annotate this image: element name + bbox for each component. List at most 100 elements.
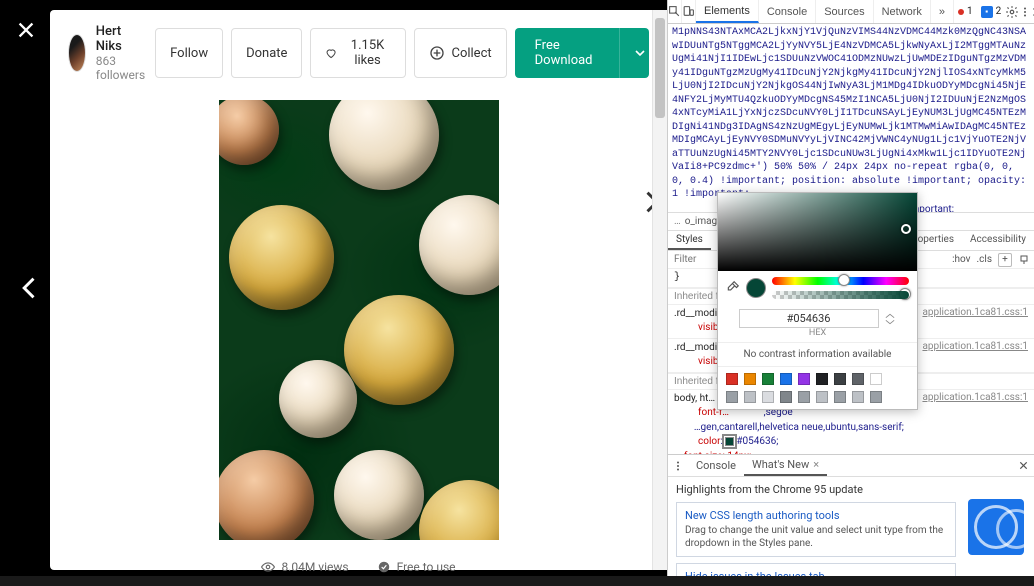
header-actions: Follow Donate 1.15K likes Collect Free D…: [155, 28, 649, 78]
pin-icon[interactable]: [1018, 254, 1030, 266]
palette-swatch[interactable]: [726, 391, 738, 403]
palette-swatches: [718, 366, 917, 409]
device-toggle[interactable]: [682, 0, 696, 23]
palette-swatch[interactable]: [816, 373, 828, 385]
alpha-thumb[interactable]: [899, 288, 911, 300]
settings-button[interactable]: [1005, 5, 1019, 19]
gradient-handle[interactable]: [901, 224, 911, 234]
tab-elements[interactable]: Elements: [696, 0, 759, 23]
palette-swatch[interactable]: [852, 373, 864, 385]
prev-photo-button[interactable]: [16, 274, 44, 302]
likes-label: 1.15K likes: [344, 38, 392, 68]
palette-swatch[interactable]: [798, 373, 810, 385]
author-name[interactable]: Hert Niks: [96, 24, 145, 54]
eye-icon: [261, 560, 275, 574]
photo-image[interactable]: [219, 100, 499, 540]
scroll-thumb[interactable]: [655, 18, 665, 118]
color-swatch[interactable]: [725, 437, 734, 446]
palette-swatch[interactable]: [870, 391, 882, 403]
palette-swatch[interactable]: [780, 373, 792, 385]
views-stat: 8.04M views: [261, 560, 348, 574]
eyedropper-button[interactable]: [726, 280, 740, 297]
hue-slider[interactable]: [772, 277, 909, 285]
whats-new-promo: [966, 483, 1026, 570]
author-block: Hert Niks 863 followers: [96, 24, 145, 82]
palette-swatch[interactable]: [744, 373, 756, 385]
palette-swatch[interactable]: [834, 373, 846, 385]
close-drawer[interactable]: [1012, 460, 1034, 471]
follow-label: Follow: [170, 46, 208, 61]
palette-swatch[interactable]: [780, 391, 792, 403]
photo-header: Hert Niks 863 followers Follow Donate 1.…: [50, 10, 667, 92]
alpha-slider[interactable]: [772, 291, 909, 299]
heart-icon: [325, 45, 337, 61]
inspect-tool[interactable]: [668, 0, 682, 23]
collect-button[interactable]: Collect: [414, 28, 506, 78]
palette-swatch[interactable]: [762, 373, 774, 385]
hue-thumb[interactable]: [838, 274, 850, 286]
views-text: 8.04M views: [281, 560, 348, 574]
modal-scrollbar[interactable]: [652, 10, 667, 570]
follow-button[interactable]: Follow: [155, 28, 223, 78]
close-icon: [15, 19, 37, 41]
drawer-tab-whatsnew[interactable]: What's New×: [744, 455, 827, 476]
plus-circle-icon: [429, 45, 445, 61]
error-dot-icon: [958, 9, 964, 15]
donate-button[interactable]: Donate: [231, 28, 302, 78]
contrast-info: No contrast information available: [718, 342, 917, 366]
drawer-tabs: Console What's New×: [668, 455, 1034, 477]
css-source-link[interactable]: application.1ca81.css:1: [922, 392, 1028, 403]
format-toggle[interactable]: [885, 313, 897, 325]
palette-swatch[interactable]: [834, 391, 846, 403]
messages-badge[interactable]: ▪2: [977, 6, 1006, 18]
hex-label: HEX: [718, 328, 917, 342]
palette-swatch[interactable]: [762, 391, 774, 403]
avatar[interactable]: [68, 34, 86, 72]
drawer-tab-console[interactable]: Console: [688, 455, 744, 476]
author-followers: 863 followers: [96, 54, 145, 82]
cls-toggle[interactable]: .cls: [977, 254, 992, 265]
dom-tree[interactable]: M1pNNS43NTAxMCA2LjkxNjY1VjQuNzVIMS44NzVD…: [668, 24, 1034, 212]
chevron-down-icon: [885, 319, 895, 325]
color-picker[interactable]: #054636 HEX No contrast information avai…: [717, 192, 918, 410]
collect-label: Collect: [451, 46, 491, 61]
license-stat: Free to use: [377, 560, 456, 574]
errors-badge[interactable]: 1: [954, 6, 977, 17]
tab-sources[interactable]: Sources: [816, 0, 873, 23]
whats-new-link[interactable]: New CSS length authoring tools: [685, 509, 947, 522]
color-gradient[interactable]: [718, 193, 917, 271]
download-button[interactable]: Free Download: [515, 28, 649, 78]
close-tab-icon[interactable]: ×: [813, 458, 819, 471]
subtab-styles[interactable]: Styles: [668, 231, 711, 250]
download-caret[interactable]: [619, 28, 649, 78]
palette-swatch[interactable]: [870, 373, 882, 385]
license-text: Free to use: [397, 560, 456, 574]
crumb-ellipsis[interactable]: …: [674, 216, 681, 227]
palette-swatch[interactable]: [852, 391, 864, 403]
subtab-accessibility[interactable]: Accessibility: [962, 231, 1034, 250]
palette-swatch[interactable]: [798, 391, 810, 403]
hov-toggle[interactable]: :hov: [952, 254, 970, 265]
current-color-dot: [746, 278, 766, 298]
whats-new-link[interactable]: Hide issues in the Issues tab: [685, 570, 947, 576]
likes-button[interactable]: 1.15K likes: [310, 28, 406, 78]
close-button[interactable]: [12, 16, 40, 44]
palette-swatch[interactable]: [816, 391, 828, 403]
chevron-down-icon: [632, 45, 648, 61]
more-menu[interactable]: [1019, 6, 1031, 18]
hex-input[interactable]: #054636: [739, 309, 879, 328]
css-source-link[interactable]: application.1ca81.css:1: [922, 341, 1028, 352]
palette-swatch[interactable]: [726, 373, 738, 385]
photo-page: Hert Niks 863 followers Follow Donate 1.…: [0, 0, 667, 576]
drawer-more[interactable]: [668, 460, 688, 472]
devtools-panel: Elements Console Sources Network » 1 ▪2 …: [667, 0, 1034, 576]
dom-blob-text: M1pNNS43NTAxMCA2LjkxNjY1VjQuNzVIMS44NzVD…: [672, 27, 1026, 200]
tab-console[interactable]: Console: [759, 0, 816, 23]
palette-swatch[interactable]: [744, 391, 756, 403]
photo-area: [50, 92, 667, 548]
tab-network[interactable]: Network: [874, 0, 931, 23]
css-source-link[interactable]: application.1ca81.css:1: [922, 307, 1028, 318]
tab-more[interactable]: »: [931, 0, 954, 23]
download-label: Free Download: [515, 28, 613, 78]
new-style-rule[interactable]: +: [998, 253, 1012, 267]
